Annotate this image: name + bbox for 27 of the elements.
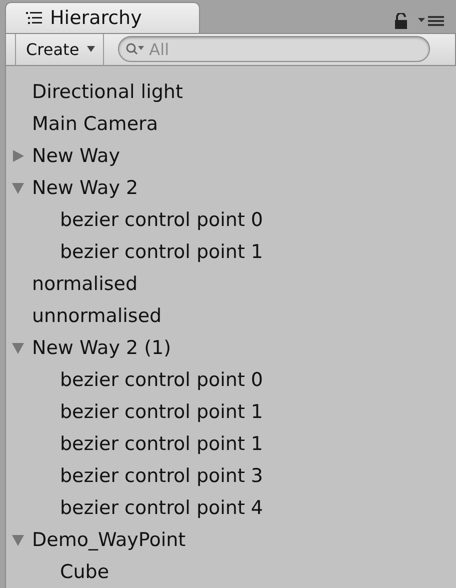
tree-item[interactable]: normalised xyxy=(32,273,138,295)
tree-item[interactable]: Main Camera xyxy=(32,113,158,135)
tree-item[interactable]: Directional light xyxy=(32,81,183,103)
create-button[interactable]: Create xyxy=(15,34,104,65)
tree-item[interactable]: bezier control point 1 xyxy=(60,401,264,423)
expanded-arrow-icon[interactable] xyxy=(12,342,24,354)
search-icon xyxy=(126,43,146,56)
tree-item[interactable]: bezier control point 1 xyxy=(60,433,264,455)
tree-item[interactable]: bezier control point 3 xyxy=(60,465,264,487)
expanded-arrow-icon[interactable] xyxy=(12,182,24,194)
tree-item[interactable]: unnormalised xyxy=(32,305,162,327)
caret-icon xyxy=(87,46,96,52)
expanded-arrow-icon[interactable] xyxy=(12,534,24,546)
tree-item[interactable]: Demo_WayPoint xyxy=(32,529,186,551)
collapsed-arrow-icon[interactable] xyxy=(12,150,24,162)
tree-item[interactable]: New Way 2 xyxy=(32,177,138,199)
tree-item[interactable]: bezier control point 0 xyxy=(60,209,264,231)
tree-item[interactable]: Cube xyxy=(60,561,110,583)
tree-item[interactable]: New Way 2 (1) xyxy=(32,337,172,359)
menu-icon[interactable] xyxy=(418,14,444,26)
lock-icon[interactable] xyxy=(394,12,408,28)
list-icon xyxy=(26,12,42,24)
tree-item[interactable]: New Way xyxy=(32,145,120,167)
tree-item[interactable]: bezier control point 1 xyxy=(60,241,264,263)
tree-item[interactable]: bezier control point 4 xyxy=(60,497,264,519)
tree-item[interactable]: bezier control point 0 xyxy=(60,369,264,391)
hierarchy-tab[interactable]: Hierarchy xyxy=(5,2,200,32)
